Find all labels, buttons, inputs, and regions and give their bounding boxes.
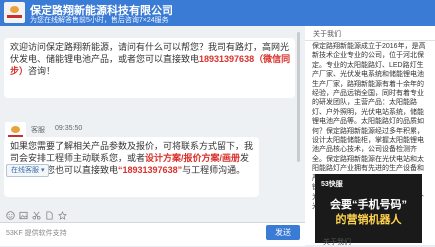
sender-name: 客服 xyxy=(31,127,45,134)
ad-brand: 53快服 xyxy=(321,181,343,188)
divider xyxy=(305,40,435,41)
file-icon[interactable] xyxy=(45,211,54,220)
send-button[interactable]: 发送 xyxy=(266,225,300,240)
emoji-icon[interactable] xyxy=(6,211,15,220)
service-hours: 为您在线解答售前5小时，售后咨询7×24服务 xyxy=(30,17,169,24)
welcome-bubble: 欢迎访问保定路翔新能源，请问有什么可以帮您？我司有路灯，高网光伏发电、储能锂电池… xyxy=(4,38,295,98)
chat-area: 欢迎访问保定路翔新能源，请问有什么可以帮您？我司有路灯，高网光伏发电、储能锂电池… xyxy=(0,26,305,222)
powered-by[interactable]: 53KF 提供软件支持 xyxy=(6,228,67,238)
scissors-icon[interactable] xyxy=(32,211,41,220)
online-service-button[interactable]: 在线客服 ▾ xyxy=(6,164,50,177)
ad-headline: 会要“手机号码” xyxy=(330,199,407,211)
input-area[interactable]: 53KF 提供软件支持 发送 xyxy=(0,211,305,246)
star-icon[interactable] xyxy=(58,211,67,220)
message-time: 09:35:50 xyxy=(55,125,83,132)
scheme-highlight: 设计方案/报价方案/画册 xyxy=(145,153,241,163)
ad-subline: 的营销机器人 xyxy=(335,214,402,226)
chat-scrollbar[interactable] xyxy=(297,32,300,162)
reply-tail: 与工程师沟通。 xyxy=(182,165,246,175)
about-title: 关于我们 xyxy=(313,31,341,38)
ad-banner[interactable]: 53快服 会要“手机号码” 的营销机器人 xyxy=(315,174,422,243)
about-panel: 关于我们 保定路翔新能源成立于2016年，是高新技术企业专业的公司，位于河北保定… xyxy=(305,26,435,247)
phone-number: “18931397638” xyxy=(118,165,183,175)
image-icon[interactable] xyxy=(19,211,28,220)
welcome-tail: 咨询！ xyxy=(28,66,56,76)
about-link[interactable]: 关于我们 xyxy=(323,237,351,247)
company-logo xyxy=(4,2,25,23)
chat-header: 保定路翔新能源科技有限公司 为您在线解答售前5小时，售后咨询7×24服务 xyxy=(0,0,435,26)
